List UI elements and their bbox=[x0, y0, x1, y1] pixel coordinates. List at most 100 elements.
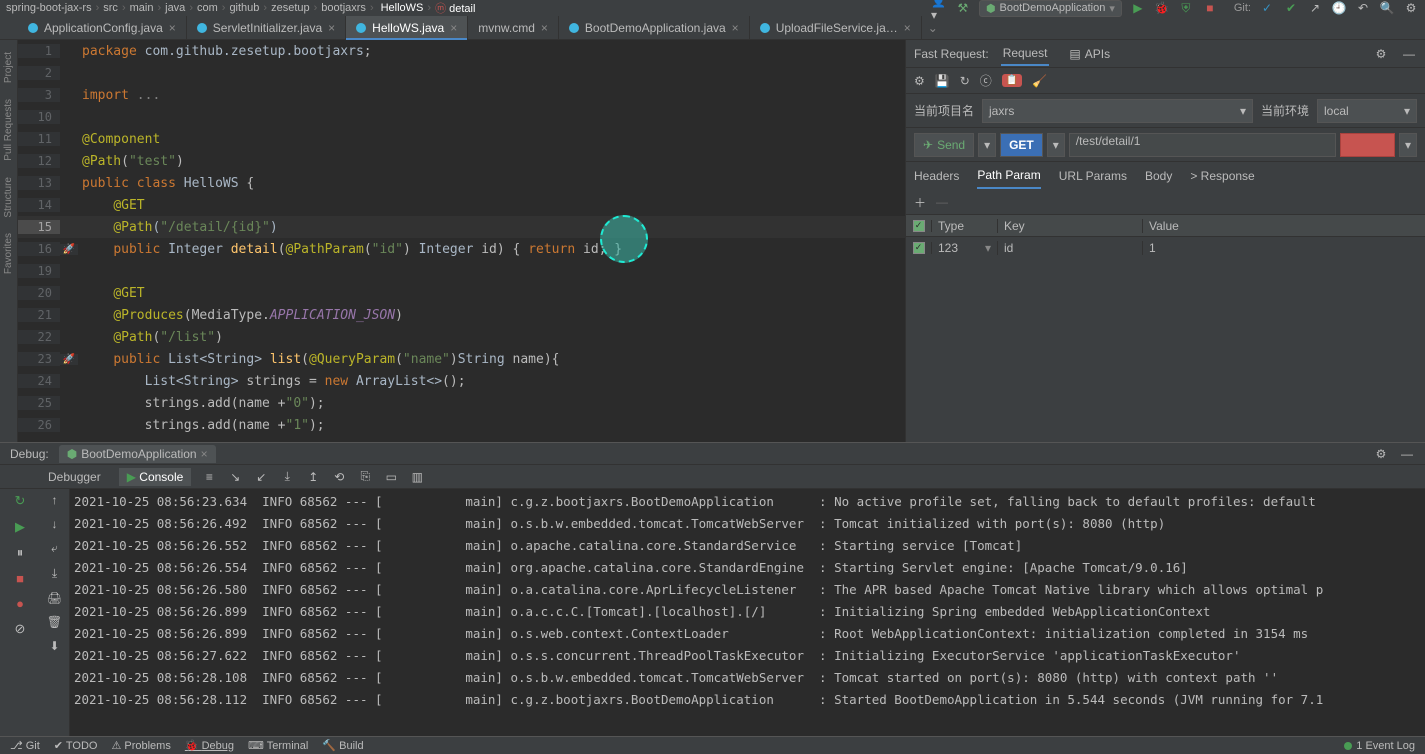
print-icon[interactable]: 🖨 bbox=[47, 591, 62, 605]
method-more-button[interactable]: ▾ bbox=[1047, 133, 1065, 157]
status-item[interactable]: ⚠ Problems bbox=[111, 739, 170, 752]
run-config-select[interactable]: ⬢ BootDemoApplication ▾ bbox=[979, 0, 1122, 17]
config-icon[interactable]: ⚙ bbox=[914, 74, 925, 88]
evaluate-icon[interactable]: ⟲ bbox=[331, 469, 347, 485]
close-icon[interactable]: × bbox=[201, 447, 208, 461]
env-select[interactable]: local▾ bbox=[1317, 99, 1417, 123]
save-icon[interactable]: 💾 bbox=[935, 74, 950, 88]
mute-bp-icon[interactable]: ⊘ bbox=[15, 621, 26, 637]
breadcrumb-item[interactable]: com bbox=[197, 2, 218, 14]
close-icon[interactable]: × bbox=[450, 21, 457, 35]
breadcrumb-item[interactable]: ⓜ detail bbox=[435, 0, 475, 16]
status-item[interactable]: 🔨 Build bbox=[322, 739, 363, 752]
breadcrumb-item[interactable]: java bbox=[165, 2, 185, 14]
minimize-icon[interactable]: — bbox=[1399, 446, 1415, 462]
status-item[interactable]: ⌨ Terminal bbox=[248, 739, 308, 752]
param-tab[interactable]: > Response bbox=[1190, 164, 1254, 188]
param-tab[interactable]: Path Param bbox=[977, 163, 1040, 189]
request-tab[interactable]: Request bbox=[1001, 42, 1050, 66]
force-step-icon[interactable]: ⤓ bbox=[279, 469, 295, 485]
file-tab[interactable]: mvnw.cmd× bbox=[468, 16, 559, 39]
arrow-up-icon[interactable]: ↑ bbox=[52, 493, 58, 507]
side-tab[interactable]: Structure bbox=[3, 169, 14, 226]
file-tab[interactable]: HelloWS.java× bbox=[346, 16, 468, 39]
side-tab[interactable]: Pull Requests bbox=[3, 91, 14, 169]
threads-icon[interactable]: ▭ bbox=[383, 469, 399, 485]
breadcrumb-item[interactable]: github bbox=[229, 2, 259, 14]
layout-icon[interactable]: ▥ bbox=[409, 469, 425, 485]
debug-run-tab[interactable]: ⬢ BootDemoApplication × bbox=[59, 445, 216, 463]
tabs-overflow[interactable]: ⌄ bbox=[922, 16, 944, 39]
close-icon[interactable]: × bbox=[904, 21, 911, 35]
breadcrumb-item[interactable]: zesetup bbox=[271, 2, 310, 14]
stop-icon[interactable]: ■ bbox=[1202, 0, 1218, 16]
project-select[interactable]: jaxrs▾ bbox=[982, 99, 1253, 123]
breadcrumb-item[interactable]: bootjaxrs bbox=[321, 2, 366, 14]
side-tab[interactable]: Project bbox=[3, 44, 14, 91]
event-log[interactable]: 1 Event Log bbox=[1344, 740, 1415, 752]
step-out-icon[interactable]: ↙ bbox=[253, 469, 269, 485]
url-input[interactable]: /test/detail/1 bbox=[1069, 133, 1336, 157]
add-param-button[interactable]: ＋ bbox=[914, 194, 926, 211]
stop-icon[interactable]: ■ bbox=[16, 571, 24, 586]
step-into-icon[interactable]: ↘ bbox=[227, 469, 243, 485]
remove-param-button[interactable]: — bbox=[936, 195, 948, 209]
run-icon[interactable]: ▶ bbox=[1130, 0, 1146, 16]
status-item[interactable]: ⎇ Git bbox=[10, 739, 40, 752]
send-more-button[interactable]: ▾ bbox=[978, 133, 996, 157]
git-update-icon[interactable]: ✓ bbox=[1259, 0, 1275, 16]
close-icon[interactable]: × bbox=[169, 21, 176, 35]
gear-icon[interactable]: ⚙ bbox=[1373, 46, 1389, 62]
clear-icon[interactable]: 🧹 bbox=[1032, 74, 1047, 88]
side-tab[interactable]: Favorites bbox=[3, 225, 14, 282]
http-method-select[interactable]: GET bbox=[1000, 133, 1043, 157]
debug-icon[interactable]: 🐞 bbox=[1154, 0, 1170, 16]
coverage-icon[interactable]: ⛨ bbox=[1178, 0, 1194, 16]
save-more-button[interactable]: ▾ bbox=[1399, 133, 1417, 157]
breadcrumb-item[interactable]: HelloWS bbox=[378, 2, 424, 14]
apis-icon[interactable]: ▤ bbox=[1069, 47, 1080, 61]
send-button[interactable]: ✈ Send bbox=[914, 133, 974, 157]
history-icon[interactable]: 🕘 bbox=[1331, 0, 1347, 16]
param-tab[interactable]: URL Params bbox=[1059, 164, 1127, 188]
breadcrumb-item[interactable]: src bbox=[103, 2, 118, 14]
git-commit-icon[interactable]: ✔ bbox=[1283, 0, 1299, 16]
check-all[interactable]: ✓ bbox=[913, 220, 925, 232]
scroll-end-icon[interactable]: ⤓ bbox=[52, 566, 57, 581]
revert-icon[interactable]: ↶ bbox=[1355, 0, 1371, 16]
breakpoint-icon[interactable]: ● bbox=[16, 596, 24, 611]
console-output[interactable]: 2021-10-25 08:56:23.634 INFO 68562 --- [… bbox=[70, 489, 1425, 736]
curl-icon[interactable]: ⓒ bbox=[980, 72, 992, 89]
arrow-down-icon[interactable]: ↓ bbox=[52, 517, 58, 531]
hammer-icon[interactable]: ⚒ bbox=[955, 0, 971, 16]
param-row[interactable]: ✓123▾id1 bbox=[906, 236, 1425, 258]
user-icon[interactable]: 👤▾ bbox=[931, 0, 947, 16]
breadcrumb-item[interactable]: main bbox=[130, 2, 154, 14]
param-tab[interactable]: Headers bbox=[914, 164, 959, 188]
param-tab[interactable]: Body bbox=[1145, 164, 1172, 188]
close-icon[interactable]: × bbox=[541, 21, 548, 35]
breadcrumb-item[interactable]: spring-boot-jax-rs bbox=[6, 2, 92, 14]
file-tab[interactable]: BootDemoApplication.java× bbox=[559, 16, 750, 39]
refresh-icon[interactable]: ↻ bbox=[960, 74, 970, 88]
settings-icon[interactable]: ⚙ bbox=[1403, 0, 1419, 16]
search-icon[interactable]: 🔍 bbox=[1379, 0, 1395, 16]
minimize-icon[interactable]: — bbox=[1401, 46, 1417, 62]
apis-label[interactable]: APIs bbox=[1085, 47, 1110, 61]
run-gutter-icon[interactable]: 🚀 bbox=[63, 244, 75, 255]
frames-icon[interactable]: ⎘ bbox=[357, 469, 373, 485]
save-request-button[interactable] bbox=[1340, 133, 1395, 157]
copy-badge[interactable]: 📋 bbox=[1002, 74, 1022, 87]
wrap-icon[interactable]: ⤶ bbox=[51, 541, 58, 556]
close-icon[interactable]: × bbox=[732, 21, 739, 35]
file-tab[interactable]: UploadFileService.ja…× bbox=[750, 16, 922, 39]
step-over-icon[interactable]: ≡ bbox=[201, 469, 217, 485]
resume-icon[interactable]: ▶ bbox=[15, 519, 25, 535]
param-checkbox[interactable]: ✓ bbox=[913, 242, 925, 254]
run-to-cursor-icon[interactable]: ↥ bbox=[305, 469, 321, 485]
run-gutter-icon[interactable]: 🚀 bbox=[63, 354, 75, 365]
breadcrumb[interactable]: spring-boot-jax-rs›src›main›java›com›git… bbox=[6, 0, 475, 16]
status-item[interactable]: ✔ TODO bbox=[54, 739, 98, 752]
download-icon[interactable]: ⬇ bbox=[49, 639, 59, 653]
trash-icon[interactable]: 🗑 bbox=[47, 615, 62, 629]
